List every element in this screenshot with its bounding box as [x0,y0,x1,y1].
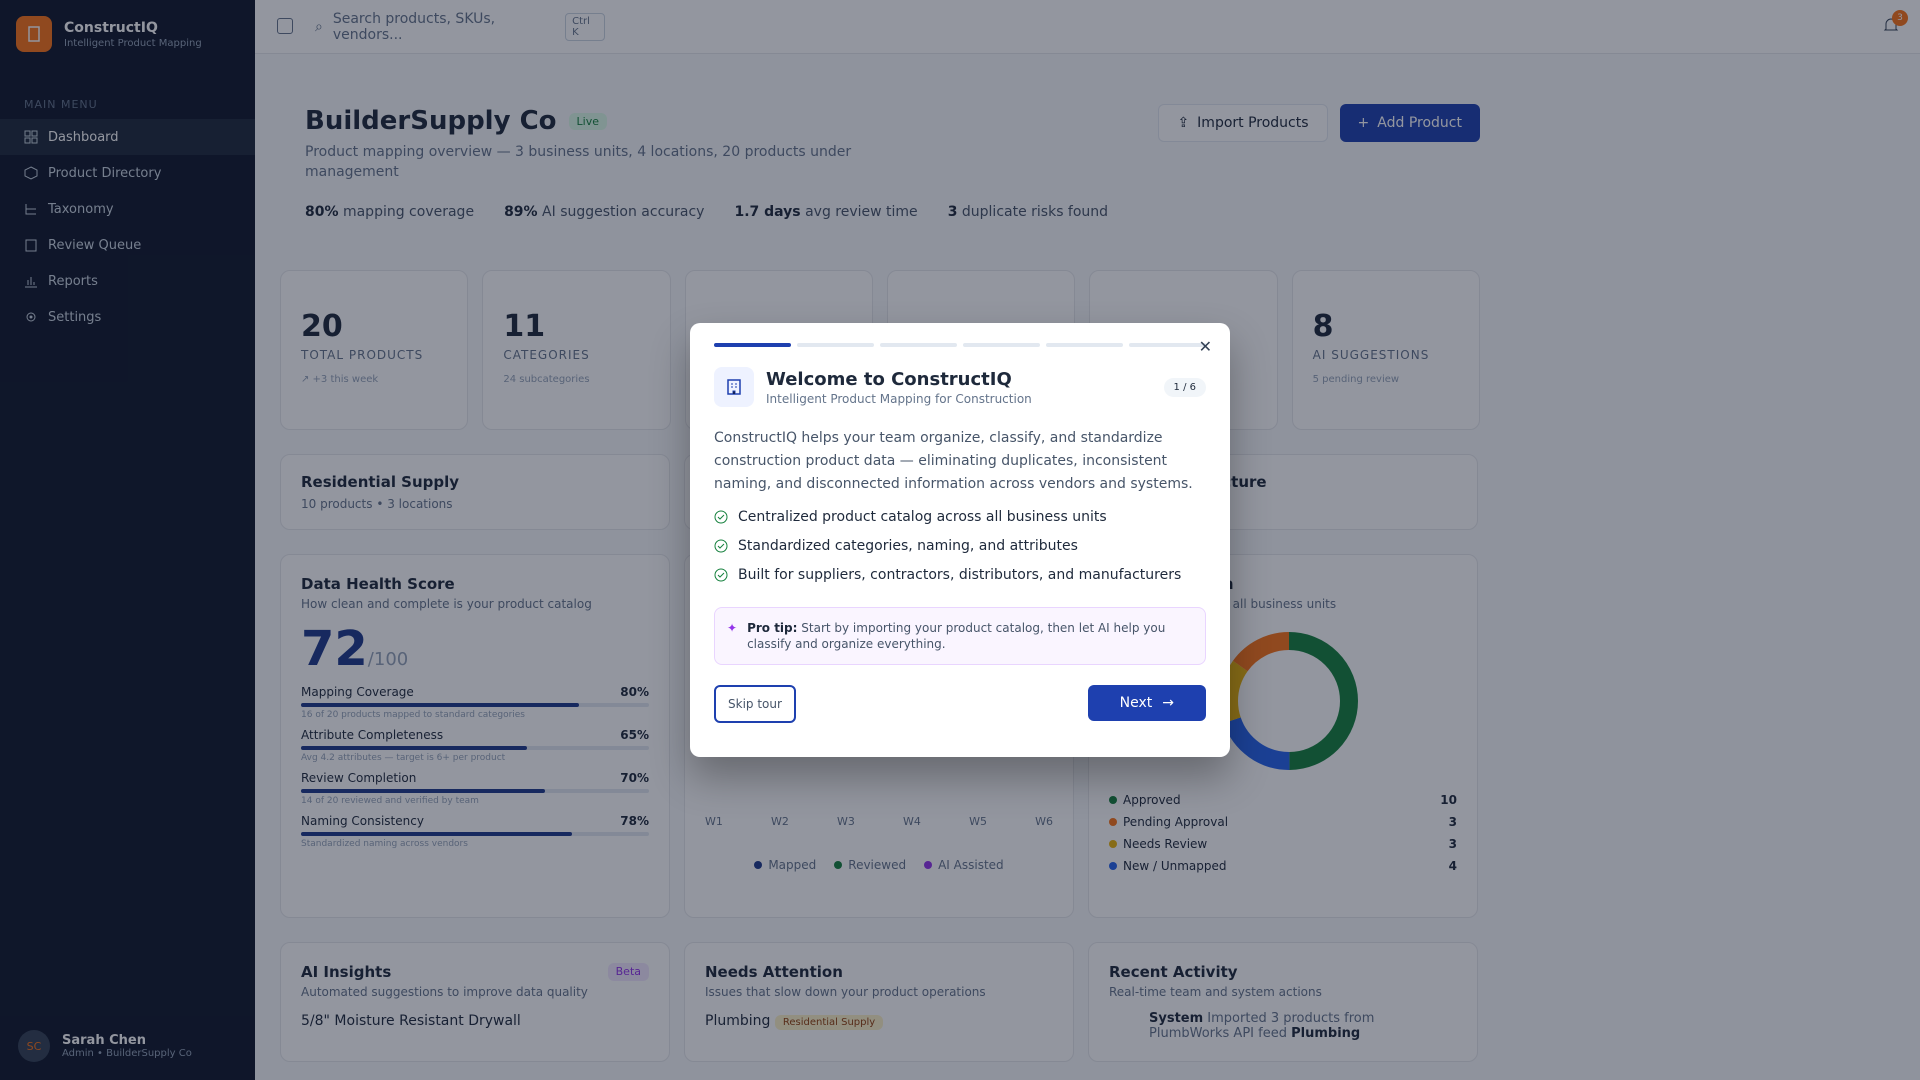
progress-step [1046,343,1123,347]
step-counter: 1 / 6 [1163,378,1206,397]
next-button[interactable]: Next → [1087,685,1206,721]
feature-item: Built for suppliers, contractors, distri… [714,567,1206,583]
check-circle-icon [714,539,728,553]
close-icon[interactable]: ✕ [1199,337,1212,356]
check-circle-icon [714,568,728,582]
feature-item: Centralized product catalog across all b… [714,509,1206,525]
tour-progress [714,343,1206,347]
arrow-right-icon: → [1162,695,1174,711]
pro-tip: ✦ Pro tip: Start by importing your produ… [714,607,1206,665]
progress-step [963,343,1040,347]
progress-step [797,343,874,347]
progress-step [880,343,957,347]
feature-item: Standardized categories, naming, and att… [714,538,1206,554]
feature-text: Standardized categories, naming, and att… [738,538,1078,554]
progress-step [714,343,791,347]
welcome-modal: ✕ Welcome to ConstructIQ Intelligent Prod… [690,323,1230,757]
tip-text: Start by importing your product catalog,… [747,621,1166,651]
building-icon [714,367,754,407]
sparkle-icon: ✦ [727,621,738,635]
tip-label: Pro tip: [747,621,798,635]
modal-body: ConstructIQ helps your team organize, cl… [714,430,1193,492]
modal-subtitle: Intelligent Product Mapping for Construc… [766,391,1032,406]
next-label: Next [1119,695,1153,711]
progress-step [1129,343,1206,347]
check-circle-icon [714,510,728,524]
modal-title: Welcome to ConstructIQ [766,368,1012,390]
feature-text: Centralized product catalog across all b… [738,509,1107,525]
skip-tour-button[interactable]: Skip tour [714,685,796,723]
feature-text: Built for suppliers, contractors, distri… [738,567,1182,583]
